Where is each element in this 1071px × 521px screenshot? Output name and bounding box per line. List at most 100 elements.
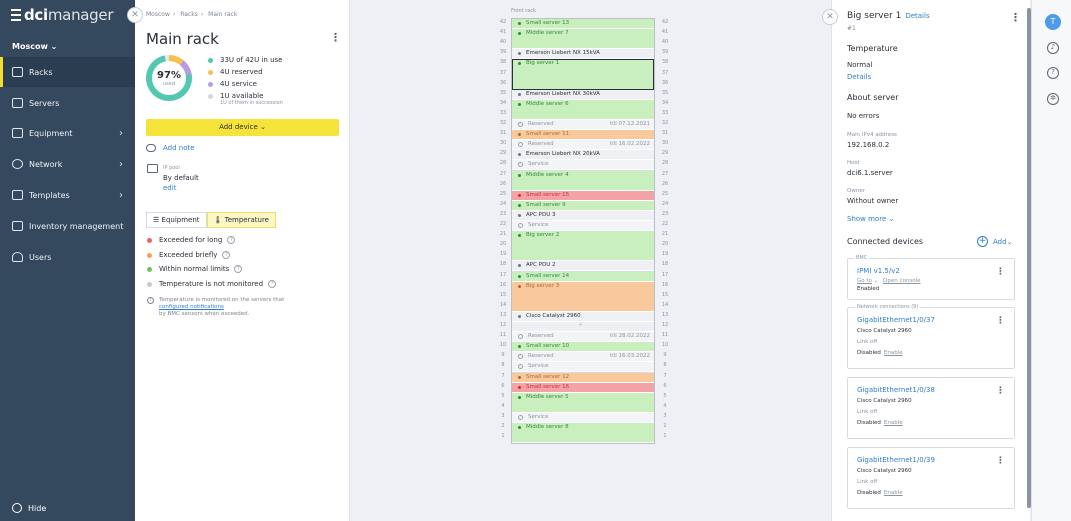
add-connection-button[interactable]: + Add ⌄ [977, 236, 1012, 247]
rack-device-slot[interactable]: Middle server 8 [512, 423, 654, 444]
rack-device-slot[interactable]: Emerson Liebert NX 20kVA [512, 150, 654, 161]
breadcrumb-moscow[interactable]: Moscow [146, 11, 170, 18]
tab-temperature[interactable]: 🌡 Temperature [206, 212, 276, 228]
rack-device-slot[interactable]: Small server 11 [512, 130, 654, 141]
rack-device-slot[interactable]: APC PDU 2 [512, 261, 654, 272]
goto-link[interactable]: Go to [857, 278, 872, 284]
close-icon[interactable]: ✕ [127, 7, 143, 23]
port-name[interactable]: GigabitEthernet1/0/37 [857, 316, 935, 324]
rack-device-slot[interactable]: Small server 14 [512, 271, 654, 282]
show-more-link[interactable]: Show more ⌄ [847, 215, 894, 223]
network-connections-caption: Network connections (9) [855, 304, 921, 310]
help-icon[interactable]: ? [268, 280, 277, 288]
help-icon[interactable]: ? [227, 236, 236, 244]
rack-device-slot[interactable]: Reserved till 07.12.2021 [512, 120, 654, 131]
rack-device-slot[interactable]: Emerson Liebert NX 15kVA [512, 49, 654, 60]
rack-device-slot[interactable]: APC PDU 3 [512, 210, 654, 221]
rack-device-slot[interactable]: Cisco Catalyst 2960 [512, 311, 654, 322]
rack-device-slot[interactable]: Small server 15 [512, 190, 654, 201]
rack-device-slot[interactable]: Big server 2 [512, 231, 654, 262]
reserved-icon [518, 162, 523, 168]
details-link[interactable]: Details [905, 12, 929, 20]
avatar[interactable]: T [1045, 14, 1061, 30]
rack-device-slot[interactable]: Small server 12 [512, 372, 654, 383]
bell-icon[interactable]: ♪ [1047, 42, 1059, 54]
unit-number: 17 [499, 271, 507, 278]
rack-device-slot[interactable]: Big server 3 [512, 281, 654, 312]
more-icon[interactable]: ⋮ [996, 267, 1005, 277]
location-selector[interactable]: Moscow ⌄ [12, 42, 57, 51]
rack-slot-label: Cisco Catalyst 2960 [526, 312, 581, 319]
rack-device-slot[interactable]: Big server 1 [512, 59, 654, 90]
unit-number: 6 [663, 382, 667, 389]
rack-device-slot[interactable]: Service [512, 412, 654, 423]
hide-sidebar-button[interactable]: Hide [12, 503, 46, 513]
status-dot [518, 213, 521, 217]
rack-device-slot[interactable]: Middle server 7 [512, 29, 654, 50]
breadcrumb-racks[interactable]: Racks [180, 11, 198, 18]
rack-device-slot[interactable]: Service [512, 160, 654, 171]
sidebar-item-templates[interactable]: Templates › [0, 180, 135, 210]
rack-device-slot[interactable]: Middle server 6 [512, 99, 654, 120]
rack-device-slot[interactable]: Reserved till 28.02.2022 [512, 332, 654, 343]
sidebar-item-users[interactable]: Users [0, 242, 135, 272]
temperature-heading: Temperature [847, 44, 898, 53]
tab-equipment[interactable]: ☰ Equipment [146, 212, 207, 228]
connected-devices-heading: Connected devices [847, 237, 924, 246]
rack-device-slot[interactable]: Small server 16 [512, 382, 654, 393]
port-link-status: Link off [857, 339, 878, 345]
rack-device-slot[interactable]: Service [512, 221, 654, 232]
sidebar-item-inventory-management[interactable]: Inventory management [0, 211, 135, 241]
help-icon[interactable]: ? [1047, 67, 1059, 79]
stat-dot [208, 57, 213, 63]
enable-port-link[interactable]: Enable [884, 420, 903, 426]
help-icon[interactable]: ? [222, 251, 231, 259]
bmc-caption: BMC [854, 255, 870, 261]
rack-device-slot[interactable]: Small server 13 [512, 19, 654, 30]
rack-device-slot[interactable]: Middle server 4 [512, 170, 654, 191]
add-device-button[interactable]: Add device ⌄ [146, 119, 339, 136]
help-icon[interactable]: ? [234, 265, 243, 273]
enable-port-link[interactable]: Enable [884, 490, 903, 496]
rack-device-slot[interactable]: Emerson Liebert NX 30kVA [512, 89, 654, 100]
app-logo[interactable]: dcimanager [11, 6, 114, 24]
unit-number: 2 [501, 423, 505, 429]
close-icon[interactable]: ✕ [822, 9, 838, 25]
temperature-details-link[interactable]: Details [847, 73, 871, 81]
bmc-name[interactable]: IPMI v1.5/v2 [857, 267, 900, 275]
enable-port-link[interactable]: Enable [884, 350, 903, 356]
status-dot [518, 52, 521, 56]
rack-device-slot[interactable]: Reserved till 16.03.2022 [512, 352, 654, 363]
rack-device-slot[interactable]: Reserved till 16.02.2022 [512, 140, 654, 151]
status-dot [518, 274, 521, 278]
sidebar-item-network[interactable]: Network › [0, 149, 135, 179]
status-dot [518, 32, 521, 36]
rack-device-slot[interactable]: Middle server 5 [512, 392, 654, 413]
sidebar-item-servers[interactable]: Servers [0, 88, 135, 118]
add-in-slot-icon[interactable]: + [578, 322, 583, 328]
equipment-icon [12, 128, 23, 138]
unit-number: 23 [499, 210, 507, 217]
sidebar-item-equipment[interactable]: Equipment › [0, 118, 135, 148]
port-name[interactable]: GigabitEthernet1/0/39 [857, 456, 935, 464]
more-icon[interactable]: ⋮ [996, 386, 1005, 396]
more-icon[interactable]: ⋮ [996, 316, 1005, 326]
more-icon[interactable]: ⋮ [996, 456, 1005, 466]
add-note-button[interactable]: Add note [146, 144, 195, 152]
usage-label: used [162, 81, 176, 87]
settings-icon[interactable]: ✲ [1047, 93, 1059, 105]
sidebar-item-racks[interactable]: Racks [0, 57, 135, 87]
rack-device-slot[interactable]: Small server 10 [512, 342, 654, 353]
rack-device-slot[interactable]: Service [512, 362, 654, 373]
more-icon[interactable]: ⋮ [1010, 11, 1021, 24]
ip-pool-edit-link[interactable]: edit [163, 184, 176, 192]
reserved-icon [518, 334, 523, 340]
unit-number: 20 [661, 241, 669, 248]
configured-notifications-link[interactable]: configured notifications [159, 304, 224, 310]
status-dot [518, 22, 521, 25]
port-name[interactable]: GigabitEthernet1/0/38 [857, 386, 935, 394]
open-console-link[interactable]: Open console [883, 278, 920, 284]
more-icon[interactable]: ⋮ [330, 31, 341, 44]
port-link-status: Link off [857, 409, 878, 415]
rack-device-slot[interactable]: Small server 9 [512, 200, 654, 211]
